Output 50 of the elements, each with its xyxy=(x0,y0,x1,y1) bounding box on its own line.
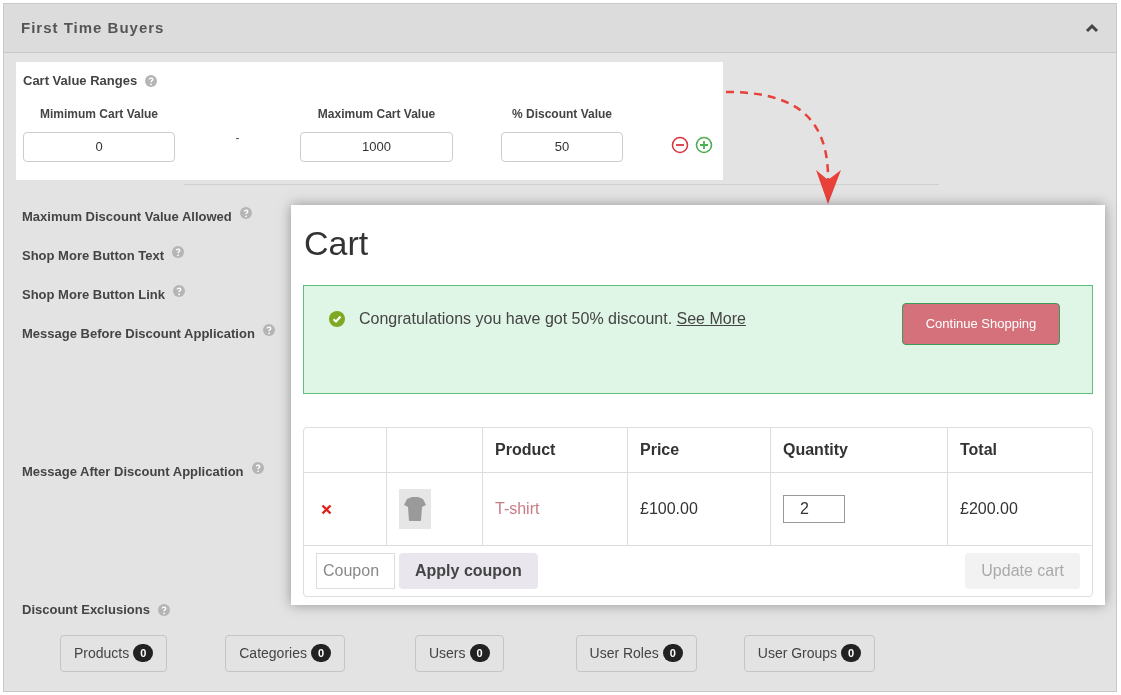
remove-icon[interactable] xyxy=(671,135,689,154)
see-more-link[interactable]: See More xyxy=(676,310,746,327)
exclusion-button[interactable]: User Roles 0 xyxy=(575,634,697,672)
field-label: Shop More Button Link xyxy=(22,286,165,304)
count-badge: 0 xyxy=(469,644,490,662)
help-icon xyxy=(173,285,185,297)
help-icon xyxy=(145,74,158,87)
quantity-input[interactable]: 2 xyxy=(783,495,845,523)
column-header: Price xyxy=(640,440,680,460)
cart-title: Cart xyxy=(304,223,370,263)
count-badge: 0 xyxy=(841,644,862,662)
t-shirt-thumbnail xyxy=(399,489,431,529)
field-label: Mimimum Cart Value xyxy=(40,105,158,123)
add-icon[interactable] xyxy=(695,135,713,154)
check-circle-icon xyxy=(329,311,345,327)
field-label: Message Before Discount Application xyxy=(22,325,255,343)
field-label: Message After Discount Application xyxy=(22,463,244,481)
field-label: % Discount Value xyxy=(512,105,612,123)
help-icon xyxy=(251,462,264,474)
apply-coupon-button[interactable]: Apply coupon xyxy=(399,553,538,589)
help-icon xyxy=(239,207,252,219)
field-label: Maximum Discount Value Allowed xyxy=(22,208,232,226)
range-separator: - xyxy=(234,129,241,147)
column-header: Product xyxy=(495,440,556,460)
total-cell-text: £200.00 xyxy=(960,499,1018,519)
field-label: Maximum Cart Value xyxy=(317,105,436,123)
exclusion-button[interactable]: Users 0 xyxy=(414,634,504,672)
number-input[interactable]: 0 xyxy=(23,131,175,162)
remove-item-icon[interactable] xyxy=(321,503,332,515)
column-header: Quantity xyxy=(783,440,848,460)
count-badge: 0 xyxy=(310,644,331,662)
exclusion-button[interactable]: Products 0 xyxy=(60,634,168,672)
field-label: Shop More Button Text xyxy=(22,247,165,265)
panel-title: First Time Buyers xyxy=(21,17,165,38)
count-badge: 0 xyxy=(662,644,683,662)
price-cell-text: £100.00 xyxy=(640,499,698,519)
collapse-chevron-icon[interactable] xyxy=(1085,23,1099,33)
number-input[interactable]: 50 xyxy=(501,131,623,162)
coupon-input[interactable]: Coupon xyxy=(316,553,395,589)
help-icon xyxy=(157,603,170,616)
number-input[interactable]: 1000 xyxy=(300,131,453,162)
help-icon xyxy=(172,246,185,258)
notice-message: Congratulations you have got 50% discount. See More xyxy=(359,309,746,329)
help-icon xyxy=(262,324,275,336)
count-badge: 0 xyxy=(133,644,154,662)
exclusion-button[interactable]: Categories 0 xyxy=(225,634,345,672)
field-label: Discount Exclusions xyxy=(22,601,150,619)
field-label: Cart Value Ranges xyxy=(23,72,138,90)
exclusion-button[interactable]: User Groups 0 xyxy=(743,634,876,672)
column-header: Total xyxy=(960,440,998,460)
